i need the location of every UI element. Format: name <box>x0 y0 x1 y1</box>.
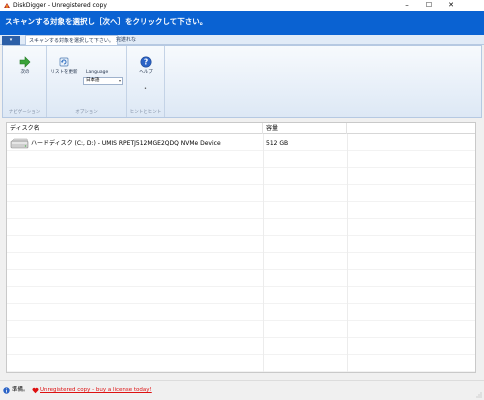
status-ready-text: 準備。 <box>12 387 29 393</box>
navigation-group-label: ナビゲーション <box>8 110 41 115</box>
language-value: 日本語 <box>86 78 100 83</box>
maximize-button[interactable]: ☐ <box>418 0 440 11</box>
buy-license-link[interactable]: Unregistered copy - buy a license today! <box>40 386 152 395</box>
resize-grip-icon[interactable] <box>476 392 482 398</box>
diskdigger-window: DiskDigger - Unregistered copy – ☐ ✕ スキャ… <box>0 0 484 400</box>
info-icon <box>3 387 10 394</box>
instruction-text: スキャンする対象を選択し［次へ］をクリックして下さい。 <box>5 17 208 26</box>
help-label: ヘルプ <box>139 70 153 75</box>
heart-icon <box>32 387 39 394</box>
svg-text:?: ? <box>144 58 148 67</box>
disk-list[interactable]: ディスク名 容量 ハードディスク (C:, D:) - UMIS RPETJ51… <box>6 122 476 373</box>
options-group-label: オプション <box>75 110 98 115</box>
language-label: Language <box>86 70 109 75</box>
close-button[interactable]: ✕ <box>440 0 462 11</box>
disk-size-cell: 512 GB <box>266 140 289 147</box>
help-dropdown-dot[interactable]: • <box>144 86 147 92</box>
title-bar[interactable]: DiskDigger - Unregistered copy – ☐ ✕ <box>0 0 484 11</box>
tab-select-target[interactable]: スキャンする対象を選択して下さい。 <box>25 35 118 45</box>
language-select[interactable]: 日本語 ▾ <box>83 77 123 85</box>
instruction-banner: スキャンする対象を選択し［次へ］をクリックして下さい。 <box>0 11 484 35</box>
minimize-button[interactable]: – <box>396 0 418 11</box>
app-icon <box>4 3 10 8</box>
file-menu-tab[interactable]: ▾ <box>2 36 20 45</box>
list-header: ディスク名 容量 <box>7 123 475 134</box>
column-divider <box>347 123 348 372</box>
refresh-icon <box>59 57 69 67</box>
column-divider <box>263 123 264 372</box>
column-header-capacity[interactable]: 容量 <box>263 123 347 134</box>
ribbon-panel: 次の ナビゲーション リストを更新 Language 日本語 ▾ オプション ?… <box>2 45 482 118</box>
next-button[interactable]: 次の <box>14 56 36 75</box>
options-group: リストを更新 Language 日本語 ▾ オプション <box>47 46 127 117</box>
row-grid <box>7 134 475 372</box>
help-group: ? ヘルプ • ヒントとヒント <box>127 46 165 117</box>
disk-name-cell: ハードディスク (C:, D:) - UMIS RPETJ512MGE2QDQ … <box>31 140 221 147</box>
refresh-label: リストを更新 <box>50 70 78 75</box>
window-title: DiskDigger - Unregistered copy <box>13 2 107 9</box>
help-icon: ? <box>140 56 152 68</box>
refresh-list-button[interactable]: リストを更新 <box>50 56 78 75</box>
help-button[interactable]: ? ヘルプ <box>136 56 156 75</box>
tab-second[interactable]: 完遂れな <box>113 35 139 45</box>
content-area: ディスク名 容量 ハードディスク (C:, D:) - UMIS RPETJ51… <box>0 118 484 380</box>
next-label: 次の <box>20 70 30 75</box>
status-bar: 準備。 Unregistered copy - buy a license to… <box>0 380 484 400</box>
column-header-disk-name[interactable]: ディスク名 <box>7 123 263 134</box>
table-row[interactable]: ハードディスク (C:, D:) - UMIS RPETJ512MGE2QDQ … <box>7 136 475 152</box>
hard-disk-icon <box>10 138 29 149</box>
help-group-label: ヒントとヒント <box>129 110 162 115</box>
chevron-down-icon: ▾ <box>118 78 121 83</box>
navigation-group: 次の ナビゲーション <box>3 46 47 117</box>
arrow-right-icon <box>19 56 31 68</box>
ribbon-tabs: ▾ スキャンする対象を選択して下さい。 完遂れな <box>0 35 484 45</box>
